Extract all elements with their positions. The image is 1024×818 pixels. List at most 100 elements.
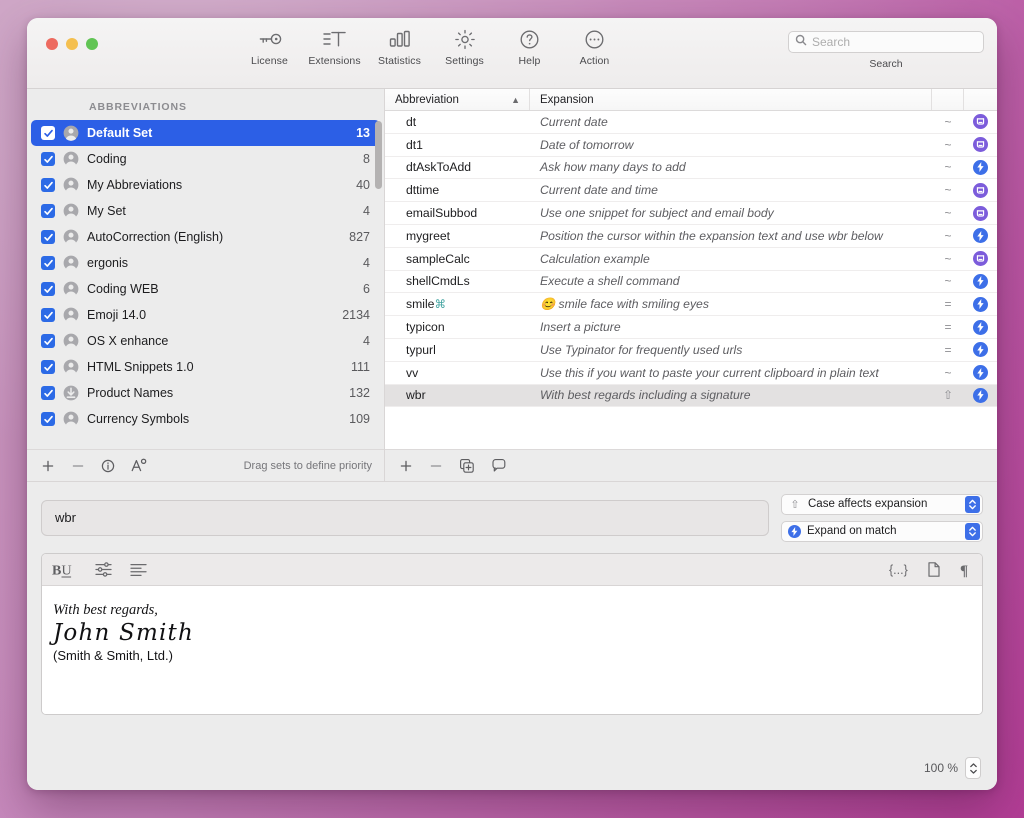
signature-line-1: With best regards, [53,602,982,619]
popup-stepper-icon[interactable] [965,496,980,513]
sidebar-item-os-x-enhance[interactable]: OS X enhance4 [31,328,380,354]
toolbar-button-settings[interactable]: Settings [432,26,497,67]
bold-underline-icon[interactable]: B U [52,561,78,579]
close-button[interactable] [46,38,58,50]
comment-icon[interactable] [491,458,507,473]
sidebar-item-currency-symbols[interactable]: Currency Symbols109 [31,406,380,432]
case-affects-expansion-popup[interactable]: ⇧ Case affects expansion [781,494,983,515]
set-checkbox[interactable] [41,126,55,140]
table-row[interactable]: typurlUse Typinator for frequently used … [385,339,997,362]
toolbar-button-extensions[interactable]: Extensions [302,26,367,67]
popup-stepper-icon[interactable] [965,523,980,540]
column-header-kind[interactable] [964,89,997,110]
minimize-button[interactable] [66,38,78,50]
search-area: Search [788,31,984,70]
sliders-icon[interactable] [94,561,113,578]
info-circle-icon[interactable] [101,459,115,473]
column-header-flag[interactable] [932,89,964,110]
sidebar-item-product-names[interactable]: Product Names132 [31,380,380,406]
sidebar-item-count: 4 [363,334,370,348]
set-list[interactable]: Default Set13 Coding8 My Abbreviations40… [27,120,384,449]
table-row[interactable]: smile⌘😊 smile face with smiling eyes= [385,293,997,316]
sidebar-item-my-abbreviations[interactable]: My Abbreviations40 [31,172,380,198]
abbreviation-text: mygreet [406,229,450,243]
set-checkbox[interactable] [41,152,55,166]
sidebar-item-default-set[interactable]: Default Set13 [31,120,380,146]
table-row[interactable]: typiconInsert a picture= [385,316,997,339]
pilcrow-icon[interactable]: ¶ [959,561,972,578]
toolbar-button-action[interactable]: Action [562,26,627,67]
page-icon[interactable] [927,561,941,578]
set-checkbox[interactable] [41,230,55,244]
column-header-expansion[interactable]: Expansion [530,89,932,110]
sidebar-item-my-set[interactable]: My Set4 [31,198,380,224]
set-checkbox[interactable] [41,412,55,426]
set-checkbox[interactable] [41,178,55,192]
minus-icon[interactable] [429,459,443,473]
expansion-editor-wrap: B U [27,553,997,746]
sidebar-item-emoji-14-0[interactable]: Emoji 14.02134 [31,302,380,328]
table-row[interactable]: mygreetPosition the cursor within the ex… [385,225,997,248]
person-circle-icon [63,125,79,141]
toolbar-button-license[interactable]: License [237,26,302,67]
table-row[interactable]: emailSubbodUse one snippet for subject a… [385,202,997,225]
expansion-editor[interactable]: B U [41,553,983,715]
table-row[interactable]: wbrWith best regards including a signatu… [385,385,997,408]
svg-text:U: U [62,563,72,578]
abbreviation-field[interactable] [41,500,769,536]
set-checkbox[interactable] [41,282,55,296]
table-row[interactable]: sampleCalcCalculation example~ [385,248,997,271]
sidebar-item-autocorrection-english[interactable]: AutoCorrection (English)827 [31,224,380,250]
set-checkbox[interactable] [41,204,55,218]
expansion-content[interactable]: With best regards, John Smith (Smith & S… [42,586,982,714]
set-options-icon[interactable] [131,458,147,473]
maximize-button[interactable] [86,38,98,50]
search-box[interactable] [788,31,984,53]
abbreviation-text: shellCmdLs [406,274,470,288]
braces-icon[interactable]: {...} [888,561,909,578]
sidebar-item-coding[interactable]: Coding8 [31,146,380,172]
toolbar-label: Extensions [308,55,360,67]
alignment-icon[interactable] [129,561,148,578]
cell-abbreviation: dt [385,115,530,129]
expand-on-match-popup[interactable]: Expand on match [781,521,983,542]
sidebar-item-ergonis[interactable]: ergonis4 [31,250,380,276]
sidebar-item-html-snippets-1-0[interactable]: HTML Snippets 1.0111 [31,354,380,380]
minus-icon[interactable] [71,459,85,473]
zoom-stepper[interactable] [965,757,981,779]
table-row[interactable]: dtCurrent date~ [385,111,997,134]
set-checkbox[interactable] [41,334,55,348]
set-checkbox[interactable] [41,360,55,374]
abbreviation-rows[interactable]: dtCurrent date~ dt1Date of tomorrow~ dtA… [385,111,997,449]
signature-line-3: (Smith & Smith, Ltd.) [53,648,982,663]
cell-abbreviation: vv [385,366,530,380]
sidebar-scrollbar-thumb[interactable] [375,121,382,189]
abbreviation-input[interactable] [55,510,755,525]
ascending-caret-icon: ▲ [511,95,520,105]
cell-abbreviation: typicon [385,320,530,334]
search-input[interactable] [812,35,977,49]
cell-kind [964,160,997,175]
table-row[interactable]: dtAskToAddAsk how many days to add~ [385,157,997,180]
bolt-snippet-badge [973,274,988,289]
sidebar-item-label: Product Names [87,386,341,400]
sidebar-scrollbar[interactable] [375,121,382,521]
cell-kind [964,251,997,266]
sidebar-item-label: AutoCorrection (English) [87,230,341,244]
table-row[interactable]: shellCmdLsExecute a shell command~ [385,271,997,294]
column-header-abbreviation[interactable]: Abbreviation ▲ [385,89,530,110]
table-row[interactable]: vvUse this if you want to paste your cur… [385,362,997,385]
table-row[interactable]: dttimeCurrent date and time~ [385,179,997,202]
duplicate-icon[interactable] [459,458,475,474]
plus-icon[interactable] [41,459,55,473]
toolbar-button-statistics[interactable]: Statistics [367,26,432,67]
cell-kind [964,342,997,357]
table-row[interactable]: dt1Date of tomorrow~ [385,134,997,157]
sidebar-item-coding-web[interactable]: Coding WEB6 [31,276,380,302]
sidebar-item-count: 13 [356,126,370,140]
toolbar-button-help[interactable]: Help [497,26,562,67]
set-checkbox[interactable] [41,308,55,322]
set-checkbox[interactable] [41,256,55,270]
set-checkbox[interactable] [41,386,55,400]
plus-icon[interactable] [399,459,413,473]
